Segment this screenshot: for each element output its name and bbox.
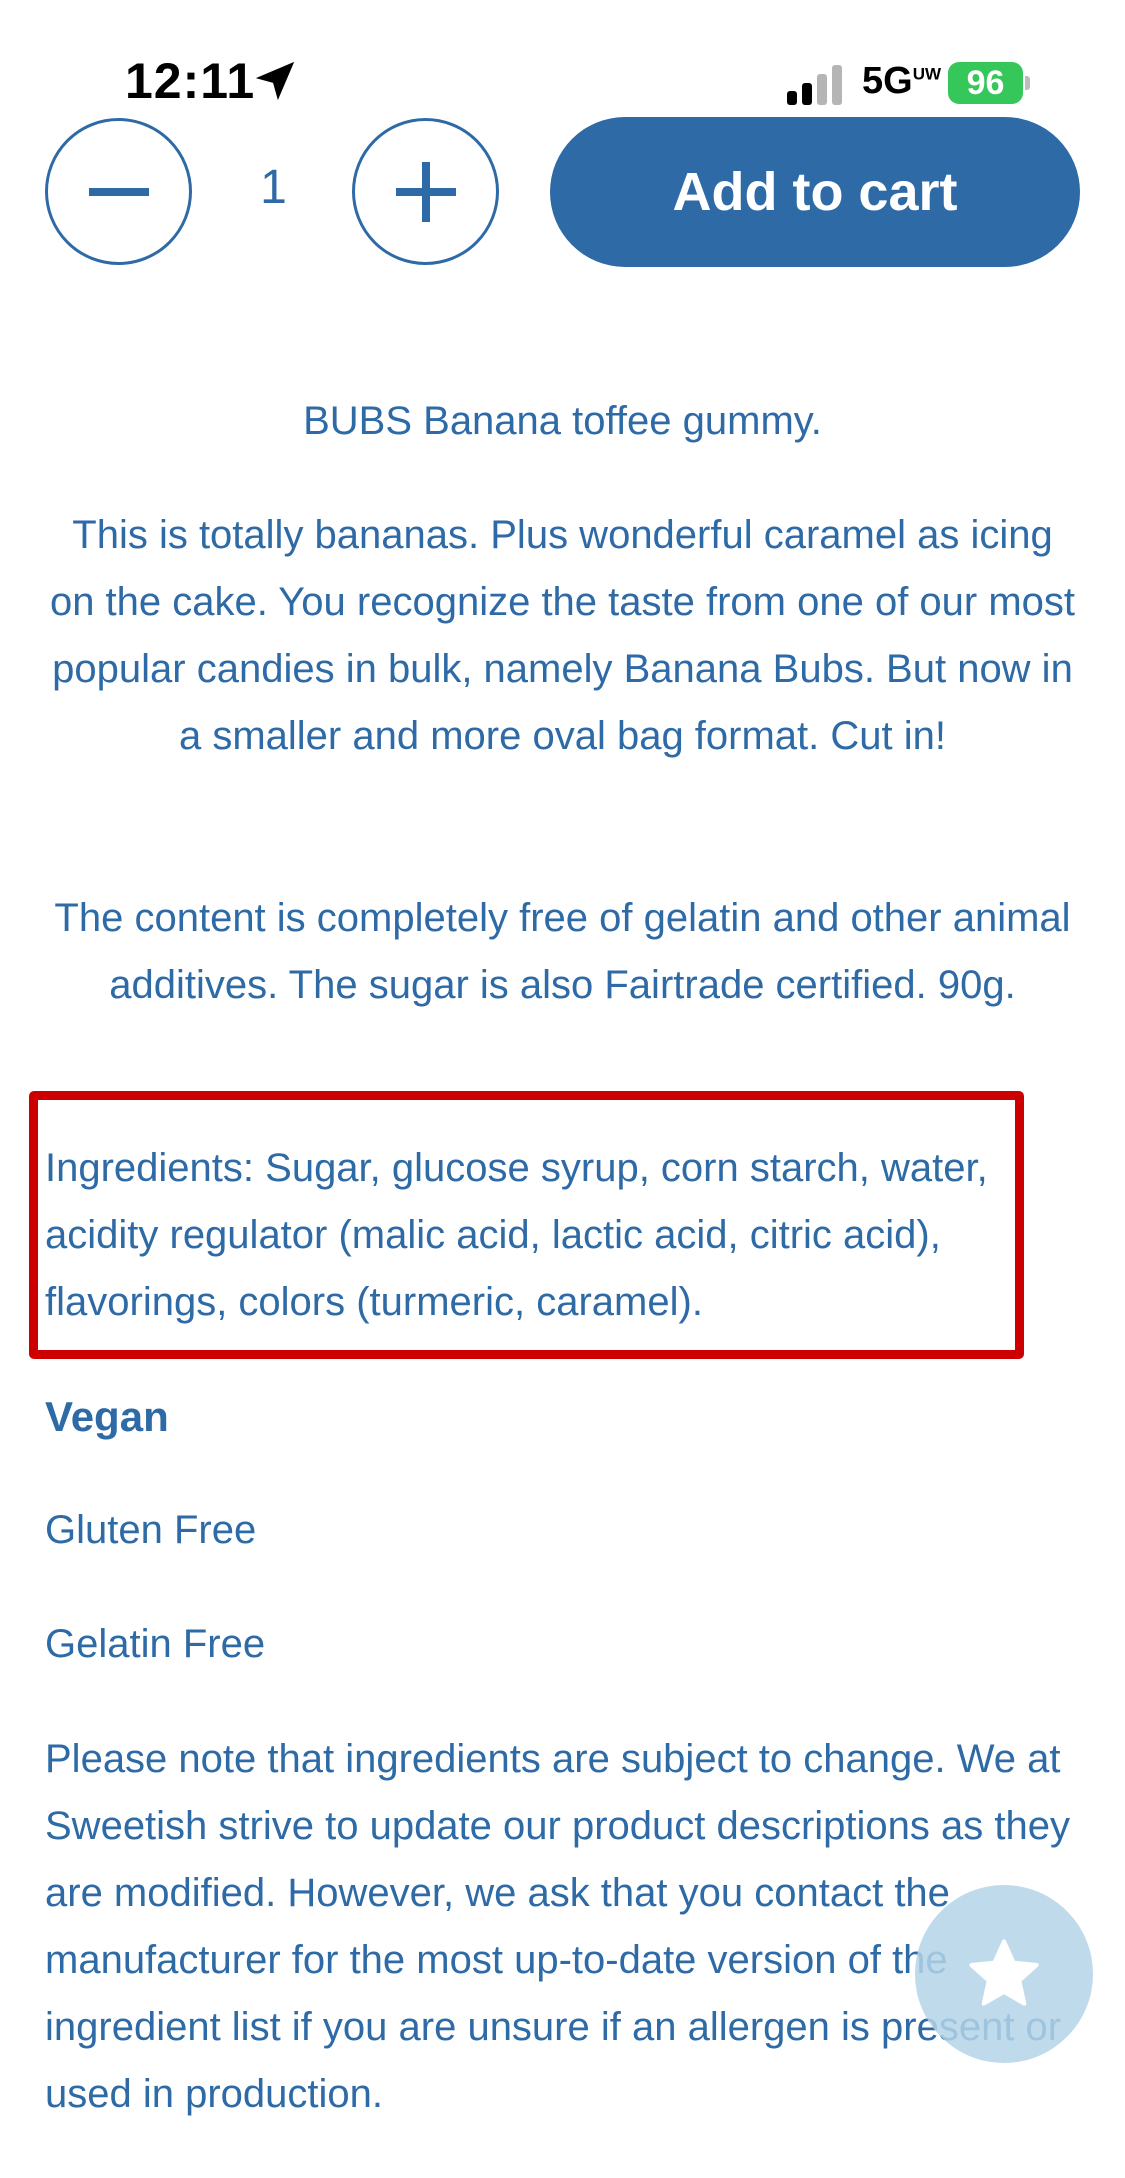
vegan-label: Vegan <box>45 1393 169 1440</box>
minus-icon <box>88 187 149 196</box>
battery-tip <box>1025 76 1030 90</box>
quantity-value[interactable]: 1 <box>236 160 311 215</box>
gelatin-free-label: Gelatin Free <box>45 1622 266 1666</box>
add-to-cart-button[interactable]: Add to cart <box>550 117 1080 267</box>
ingredients-text: Ingredients: Sugar, glucose syrup, corn … <box>45 1146 988 1324</box>
product-intro: This is totally bananas. Plus wonderful … <box>49 513 1076 758</box>
status-bar: 12:11 5GUW 96 <box>0 0 1125 120</box>
battery-indicator: 96 <box>948 62 1023 104</box>
favorite-button[interactable] <box>915 1885 1093 2063</box>
location-arrow-icon <box>255 61 295 101</box>
network-type: 5GUW <box>862 60 942 102</box>
status-time: 12:11 <box>125 53 256 109</box>
product-title-line: BUBS Banana toffee gummy. <box>303 399 822 443</box>
star-icon <box>969 1939 1039 2006</box>
content-note: The content is completely free of gelati… <box>54 896 1071 1007</box>
increase-quantity-button[interactable] <box>352 118 499 265</box>
plus-icon <box>395 161 456 222</box>
battery-level: 96 <box>966 63 1005 102</box>
decrease-quantity-button[interactable] <box>45 118 192 265</box>
gluten-free-label: Gluten Free <box>45 1508 257 1552</box>
ingredient-disclaimer: Please note that ingredients are subject… <box>45 1737 1070 2116</box>
signal-bars-icon <box>787 65 842 105</box>
